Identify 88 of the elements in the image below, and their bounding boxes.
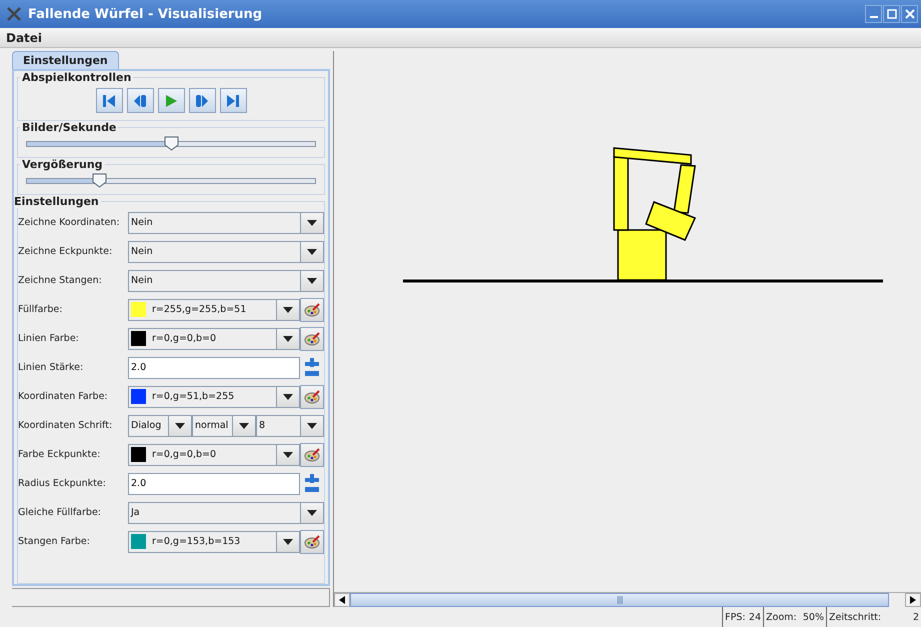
palette-button[interactable] — [300, 384, 324, 408]
minimize-icon — [870, 16, 878, 18]
caret-icon — [307, 278, 317, 284]
maximize-icon — [886, 9, 896, 19]
color-dropdown[interactable]: r=0,g=0,b=0 — [128, 328, 300, 350]
palette-icon — [304, 448, 320, 462]
field-label: Radius Eckpunkte: — [18, 478, 107, 489]
field-label: Zeichne Koordinaten: — [18, 217, 121, 228]
left-arrow-icon — [339, 596, 345, 604]
horizontal-scrollbar[interactable] — [334, 592, 921, 607]
right-arrow-icon — [910, 596, 916, 604]
slider[interactable] — [26, 173, 316, 189]
dropdown[interactable]: Nein — [128, 212, 324, 234]
caret-icon — [283, 336, 293, 342]
number-field[interactable]: 2.0 — [128, 356, 300, 378]
field-label: Linien Farbe: — [18, 333, 80, 344]
dropdown[interactable]: Dialog — [128, 414, 192, 436]
maximize-button[interactable] — [883, 5, 900, 23]
palette-button[interactable] — [300, 326, 324, 350]
skip-end-icon — [225, 92, 241, 108]
field-label: Zeichne Stangen: — [18, 275, 103, 286]
status-value: 50% — [802, 612, 824, 622]
caret-icon — [307, 422, 317, 428]
field-label: Farbe Eckpunkte: — [18, 449, 102, 460]
caret-icon — [307, 248, 317, 254]
field-label: Koordinaten Schrift: — [18, 420, 114, 431]
status-value: 24 — [748, 612, 761, 622]
field-label: Koordinaten Farbe: — [18, 391, 109, 402]
step-back-icon — [132, 92, 148, 108]
dropdown[interactable]: Nein — [128, 240, 324, 262]
palette-icon — [304, 390, 320, 404]
field-label: Stangen Farbe: — [18, 536, 91, 547]
grip-icon — [616, 596, 622, 604]
caret-icon — [283, 452, 293, 458]
step-back-button[interactable] — [126, 88, 154, 113]
dropdown[interactable]: 8 — [256, 414, 324, 436]
skip-start-icon — [101, 92, 117, 108]
status-label: FPS: — [725, 612, 746, 622]
caret-icon — [283, 394, 293, 400]
palette-button[interactable] — [300, 298, 324, 322]
field-label: Zeichne Eckpunkte: — [18, 246, 114, 257]
tab[interactable]: Einstellungen — [12, 51, 119, 69]
color-dropdown[interactable]: r=0,g=51,b=255 — [128, 386, 300, 408]
palette-button[interactable] — [300, 442, 324, 466]
status-value: 2 — [912, 612, 919, 622]
play-button[interactable] — [158, 88, 184, 113]
color-dropdown[interactable]: r=255,g=255,b=51 — [128, 298, 300, 320]
cross-icon — [6, 6, 22, 22]
slider-thumb[interactable] — [164, 136, 179, 151]
color-dropdown[interactable]: r=0,g=153,b=153 — [128, 530, 300, 552]
palette-icon — [304, 332, 320, 346]
status-label: Zeitschritt: — [829, 612, 882, 622]
palette-icon — [304, 302, 320, 316]
caret-icon — [307, 510, 317, 516]
caret-icon — [283, 306, 293, 312]
skip-to-start-button[interactable] — [96, 88, 122, 113]
menu-item[interactable]: Datei — [6, 30, 42, 44]
group-title: Vergößerung — [21, 158, 104, 171]
field-label: Füllfarbe: — [18, 304, 64, 315]
field-label: Gleiche Füllfarbe: — [18, 507, 102, 518]
dropdown[interactable]: Nein — [128, 270, 324, 292]
minimize-button[interactable] — [865, 5, 882, 23]
slider[interactable] — [26, 136, 316, 152]
dropdown[interactable]: normal — [192, 414, 256, 436]
caret-icon — [283, 538, 293, 544]
caret-icon — [175, 422, 185, 428]
play-icon — [163, 92, 179, 108]
plus-minus-icon — [304, 356, 320, 378]
step-forward-button[interactable] — [188, 88, 216, 113]
field-label: Linien Stärke: — [18, 362, 84, 373]
plus-minus-icon — [304, 472, 320, 494]
close-icon — [904, 9, 914, 19]
palette-icon — [304, 534, 320, 548]
palette-button[interactable] — [300, 530, 324, 554]
group-title: Bilder/Sekunde — [21, 121, 118, 134]
group-title: Einstellungen — [13, 195, 100, 208]
group-title: Abspielkontrollen — [21, 71, 132, 84]
step-forward-icon — [194, 92, 210, 108]
caret-icon — [307, 220, 317, 226]
close-button[interactable] — [901, 5, 918, 23]
number-field[interactable]: 2.0 — [128, 472, 300, 494]
slider-thumb[interactable] — [92, 173, 106, 188]
window-title: Fallende Würfel - Visualisierung — [28, 6, 262, 22]
skip-to-end-button[interactable] — [220, 88, 246, 113]
status-label: Zoom: — [766, 612, 797, 622]
dropdown[interactable]: Ja — [128, 502, 324, 524]
color-dropdown[interactable]: r=0,g=0,b=0 — [128, 444, 300, 466]
caret-icon — [239, 422, 249, 428]
